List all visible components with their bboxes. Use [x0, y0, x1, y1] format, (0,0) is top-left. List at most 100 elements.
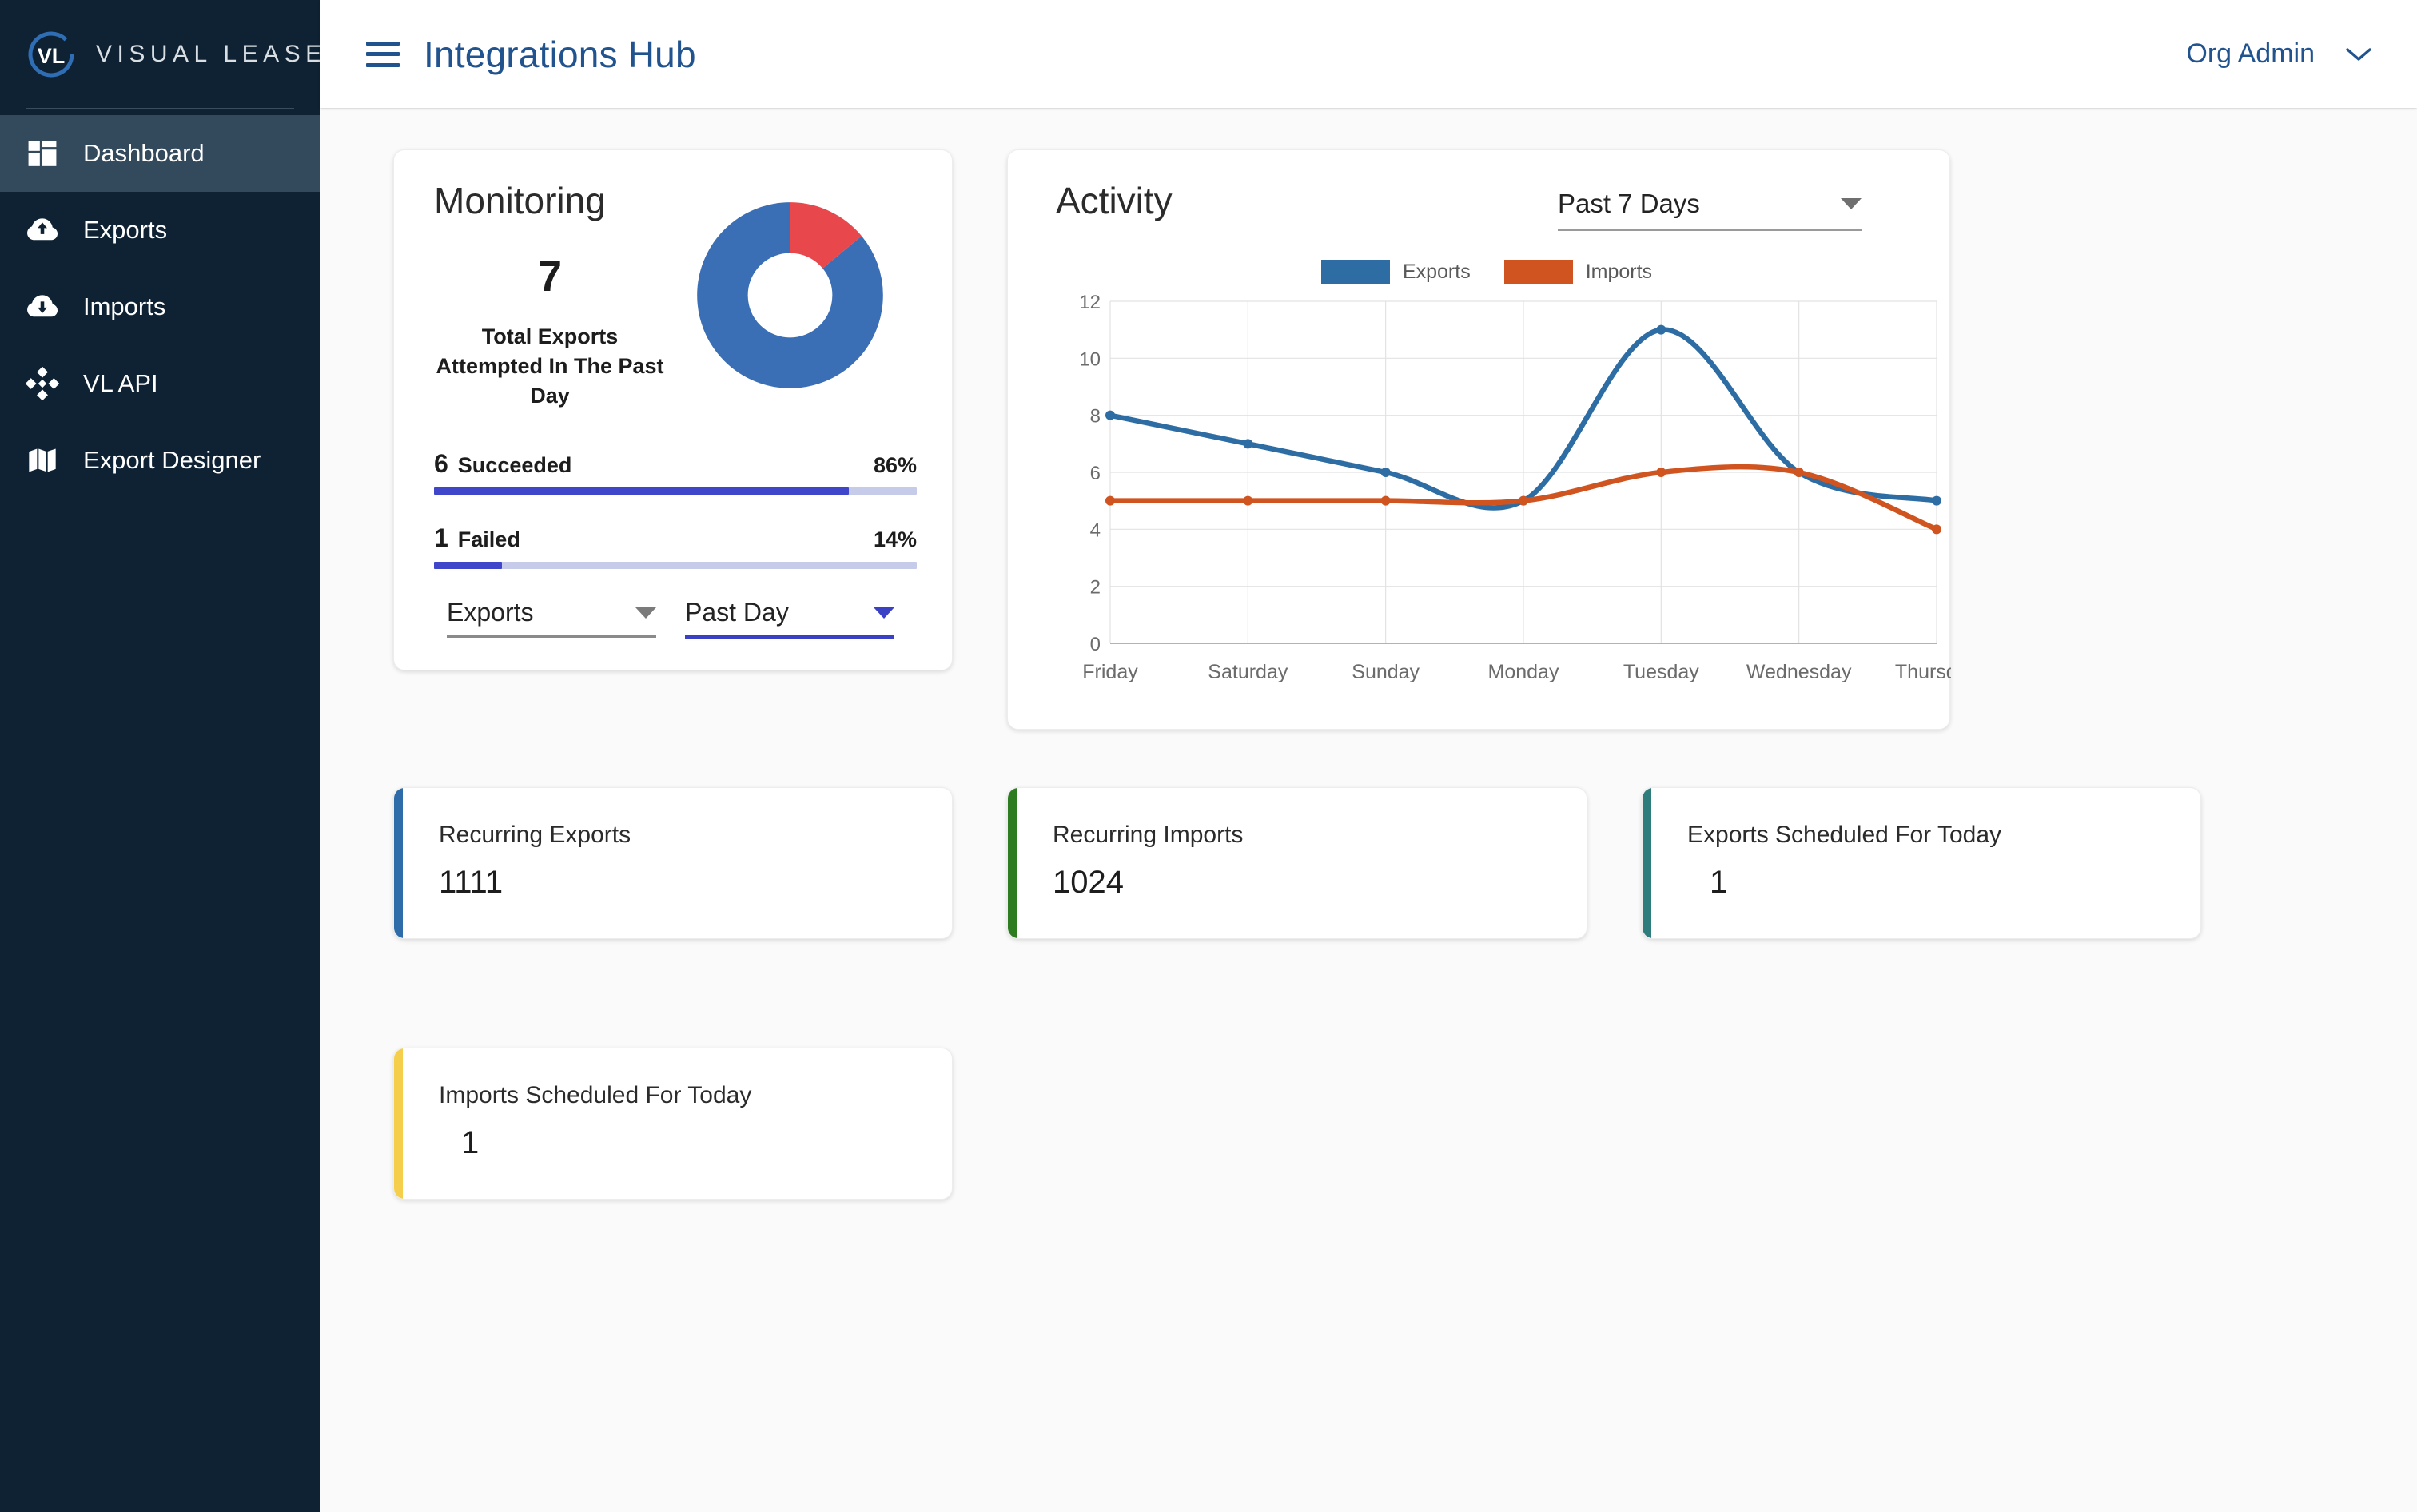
- svg-text:VL: VL: [38, 44, 66, 68]
- monitoring-total-value: 7: [434, 252, 666, 301]
- hamburger-icon[interactable]: [366, 42, 400, 67]
- metric-progress-track: [434, 562, 917, 569]
- monitoring-card: Monitoring 7 Total Exports Attempted In …: [393, 149, 953, 670]
- svg-text:Monday: Monday: [1488, 661, 1559, 683]
- user-menu[interactable]: Org Admin: [2186, 38, 2372, 70]
- app-root: VL VISUAL LEASE Dashboard Exports: [0, 0, 2417, 1512]
- select-value: Past 7 Days: [1558, 189, 1700, 219]
- user-menu-label: Org Admin: [2186, 38, 2315, 70]
- metric-succeeded: 6 Succeeded 86%: [434, 449, 917, 495]
- line-chart-svg: 0 2 4 6 8 10 12 Friday Saturday Sunday Monday Tuesd…: [1064, 290, 1951, 698]
- svg-text:10: 10: [1079, 348, 1101, 370]
- topbar: Integrations Hub Org Admin: [320, 0, 2417, 108]
- sidebar-item-label: Imports: [83, 292, 165, 321]
- api-diamond-icon: [24, 367, 61, 400]
- svg-text:2: 2: [1090, 577, 1101, 599]
- monitoring-total-caption: Total Exports Attempted In The Past Day: [434, 322, 666, 412]
- metric-percent: 14%: [874, 527, 917, 552]
- metric-failed: 1 Failed 14%: [434, 523, 917, 569]
- metric-progress-fill: [434, 562, 502, 569]
- stat-card-exports-scheduled-today[interactable]: Exports Scheduled For Today 1: [1642, 787, 2201, 939]
- dashboard-grid-icon: [24, 138, 61, 169]
- svg-text:6: 6: [1090, 463, 1101, 484]
- svg-text:Tuesday: Tuesday: [1623, 661, 1699, 683]
- top-cards-row: Monitoring 7 Total Exports Attempted In …: [393, 149, 2372, 730]
- stat-value: 1: [1710, 865, 2200, 901]
- metric-percent: 86%: [874, 453, 917, 478]
- monitoring-summary: Monitoring 7 Total Exports Attempted In …: [434, 181, 666, 411]
- sidebar: VL VISUAL LEASE Dashboard Exports: [0, 0, 320, 1512]
- stat-value: 1024: [1053, 865, 1587, 901]
- select-underline: [1558, 229, 1862, 231]
- sidebar-nav: Dashboard Exports Imports: [0, 109, 320, 499]
- sidebar-item-label: Exports: [83, 216, 167, 245]
- chart-legend: Exports Imports: [1056, 260, 1917, 284]
- monitoring-donut-chart: [696, 201, 884, 389]
- legend-swatch: [1321, 260, 1390, 284]
- monitoring-type-select[interactable]: Exports: [447, 598, 656, 639]
- stat-value: 1111: [439, 865, 952, 901]
- svg-text:Sunday: Sunday: [1352, 661, 1420, 683]
- brand-wordmark: VISUAL LEASE: [96, 41, 327, 68]
- legend-swatch: [1504, 260, 1573, 284]
- dashboard-content: Monitoring 7 Total Exports Attempted In …: [320, 108, 2417, 1512]
- svg-text:Thursday: Thursday: [1895, 661, 1951, 683]
- metric-label: Failed: [458, 527, 520, 551]
- monitoring-metrics: 6 Succeeded 86% 1 Failed: [434, 449, 917, 569]
- stat-label: Recurring Imports: [1053, 822, 1587, 849]
- svg-text:8: 8: [1090, 406, 1101, 428]
- topbar-left: Integrations Hub: [366, 33, 696, 76]
- chevron-down-icon: [2345, 46, 2372, 62]
- sidebar-item-imports[interactable]: Imports: [0, 269, 320, 345]
- sidebar-item-exports[interactable]: Exports: [0, 192, 320, 269]
- svg-text:4: 4: [1090, 519, 1101, 541]
- stat-card-recurring-imports[interactable]: Recurring Imports 1024: [1007, 787, 1587, 939]
- stat-card-imports-scheduled-today[interactable]: Imports Scheduled For Today 1: [393, 1048, 953, 1200]
- metric-count: 6: [434, 449, 448, 478]
- monitoring-filters: Exports Past Day: [434, 598, 917, 639]
- sidebar-item-label: VL API: [83, 369, 158, 398]
- select-underline: [447, 635, 656, 638]
- legend-label: Imports: [1586, 261, 1652, 284]
- stat-label: Recurring Exports: [439, 822, 952, 849]
- monitoring-range-select[interactable]: Past Day: [685, 598, 894, 639]
- legend-item-imports: Imports: [1504, 260, 1652, 284]
- monitoring-title: Monitoring: [434, 181, 666, 221]
- main-area: Integrations Hub Org Admin Monitoring 7: [320, 0, 2417, 1512]
- select-underline: [685, 635, 894, 639]
- metric-progress-track: [434, 487, 917, 495]
- stat-label: Exports Scheduled For Today: [1687, 822, 2200, 849]
- sidebar-item-label: Dashboard: [83, 139, 205, 168]
- legend-label: Exports: [1403, 261, 1471, 284]
- brand-logo[interactable]: VL VISUAL LEASE: [0, 0, 320, 108]
- caret-down-icon: [1841, 198, 1862, 209]
- caret-down-icon: [635, 607, 656, 619]
- stat-card-recurring-exports[interactable]: Recurring Exports 1111: [393, 787, 953, 939]
- svg-text:Friday: Friday: [1082, 661, 1138, 683]
- legend-item-exports: Exports: [1321, 260, 1471, 284]
- sidebar-item-dashboard[interactable]: Dashboard: [0, 115, 320, 192]
- svg-text:0: 0: [1090, 634, 1101, 655]
- stat-cards-grid: Recurring Exports 1111 Recurring Imports…: [393, 787, 2372, 1200]
- select-value: Exports: [447, 598, 533, 627]
- metric-label: Succeeded: [458, 453, 572, 477]
- cloud-download-icon: [24, 290, 61, 324]
- vl-logo-icon: VL: [24, 27, 78, 82]
- metric-count: 1: [434, 523, 448, 552]
- sidebar-item-vl-api[interactable]: VL API: [0, 345, 320, 422]
- map-icon: [24, 444, 61, 476]
- select-value: Past Day: [685, 598, 789, 627]
- activity-range-select[interactable]: Past 7 Days: [1558, 189, 1862, 231]
- cloud-upload-icon: [24, 213, 61, 247]
- activity-title: Activity: [1056, 179, 1173, 222]
- svg-text:Saturday: Saturday: [1208, 661, 1288, 683]
- activity-card: Activity Past 7 Days Exports: [1007, 149, 1950, 730]
- monitoring-header: Monitoring 7 Total Exports Attempted In …: [434, 181, 917, 411]
- svg-text:Wednesday: Wednesday: [1746, 661, 1852, 683]
- caret-down-icon: [874, 607, 894, 619]
- sidebar-item-label: Export Designer: [83, 446, 261, 475]
- sidebar-item-export-designer[interactable]: Export Designer: [0, 422, 320, 499]
- activity-header: Activity Past 7 Days: [1056, 179, 1917, 231]
- svg-text:12: 12: [1079, 292, 1101, 313]
- activity-line-chart: 0 2 4 6 8 10 12 Friday Saturday Sunday Monday Tuesd…: [1056, 290, 1917, 702]
